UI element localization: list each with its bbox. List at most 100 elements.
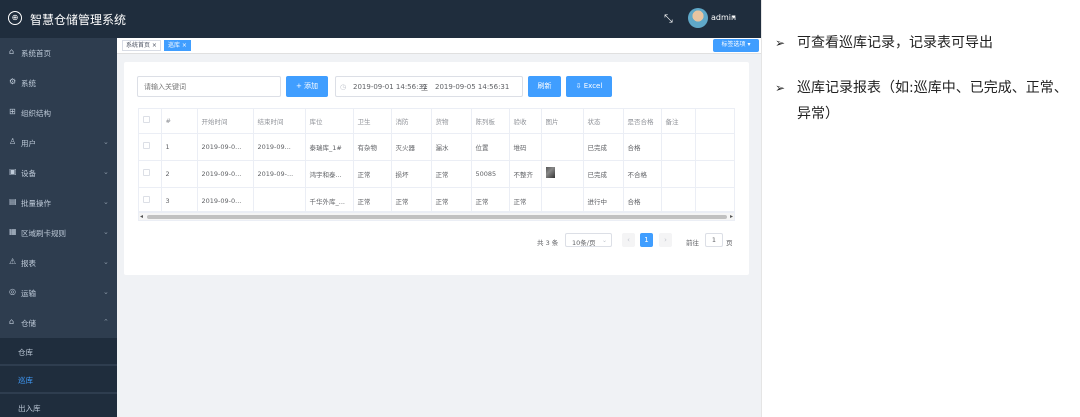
column-header: 库位 — [305, 109, 354, 134]
column-header: 备注 — [661, 109, 696, 134]
avatar[interactable] — [688, 8, 708, 28]
notes-panel: ➢ 可查看巡库记录，记录表可导出 ➢ 巡库记录报表（如:巡库中、已完成、正常、异… — [762, 0, 1080, 417]
add-button[interactable]: + 添加 — [286, 76, 328, 97]
scroll-left-icon[interactable]: ◂ — [140, 213, 143, 220]
sidebar-item-label: 系统 — [21, 79, 36, 88]
table-cell: 正常 — [471, 187, 510, 211]
checkbox[interactable] — [143, 169, 150, 176]
column-header — [695, 109, 734, 134]
prev-page-button[interactable]: ‹ — [622, 233, 635, 247]
table-cell — [695, 160, 734, 188]
column-header: 验收 — [509, 109, 542, 134]
table-cell: 不整齐 — [509, 160, 542, 188]
table-row[interactable]: 2 2019-09-0... 2019-09-... 鸿宇和泰... 正常 损坏 正常 500… — [139, 160, 734, 188]
note-item: ➢ 巡库记录报表（如:巡库中、已完成、正常、异常） — [775, 75, 1077, 127]
table-cell: 进行中 — [583, 187, 624, 211]
table-cell: 正常 — [431, 160, 472, 188]
chevron-down-icon[interactable]: ▾ — [732, 13, 736, 21]
sidebar-subitem-label: 巡库 — [18, 376, 33, 385]
sidebar-item-label: 区域刷卡规则 — [21, 229, 66, 238]
table-cell: 灭火器 — [391, 133, 432, 161]
column-header: # — [161, 109, 198, 134]
sidebar-item-label: 报表 — [21, 259, 36, 268]
table-cell: 漏水 — [431, 133, 472, 161]
table-cell — [695, 187, 734, 211]
table-cell: 已完成 — [583, 160, 624, 188]
sidebar-item[interactable]: ▣ 设备 ⌄ — [0, 158, 117, 187]
sidebar-subitem[interactable]: 仓库 — [0, 338, 117, 364]
column-header: 结束时间 — [253, 109, 306, 134]
column-header: 开始时间 — [197, 109, 254, 134]
horizontal-scrollbar[interactable]: ◂ ▸ — [138, 212, 735, 221]
transport-icon: ◎ — [9, 287, 16, 296]
sidebar-item[interactable]: ⌂ 仓储 ⌃ — [0, 308, 117, 337]
table-cell — [695, 133, 734, 161]
page-size-select[interactable]: 10条/页 ⌄ — [565, 233, 612, 247]
table-cell: 损坏 — [391, 160, 432, 188]
clock-icon: ◷ — [340, 83, 347, 91]
app-window: ⊕ 智慧仓储管理系统 ⤡ admin ▾ ⌂ 系统首页 ⚙ 系统 ⊞ 组织结构 ♙ 用户 ⌄ ▣ 设… — [0, 0, 762, 417]
table-row[interactable]: 3 2019-09-0... 千华外库_... 正常 正常 正常 正常 正常 进行中 合格 — [139, 187, 734, 211]
warehouse-icon: ⌂ — [9, 317, 15, 326]
fullscreen-icon[interactable]: ⤡ — [664, 12, 673, 26]
pagination-total: 共 3 条 — [537, 239, 559, 247]
sidebar-subitem[interactable]: 巡库 — [0, 366, 117, 392]
sidebar-item[interactable]: ◎ 运输 ⌄ — [0, 278, 117, 307]
tab-patrol[interactable]: 巡库 × — [164, 40, 191, 51]
tab-home[interactable]: 系统首页 × — [122, 40, 161, 51]
tags-bar: 系统首页 × 巡库 × 标签选项 ▾ — [117, 38, 761, 54]
table-cell: 鸿宇和泰... — [305, 160, 354, 188]
checkbox[interactable] — [143, 116, 150, 124]
checkbox[interactable] — [143, 142, 150, 149]
scroll-right-icon[interactable]: ▸ — [730, 213, 733, 220]
sidebar-item[interactable]: ⌂ 系统首页 — [0, 38, 117, 67]
table-row[interactable]: 1 2019-09-0... 2019-09... 泰瑞库_1# 有杂物 灭火器 漏水 位置堆… — [139, 133, 734, 161]
table-cell: 泰瑞库_1# — [305, 133, 354, 161]
sidebar-item[interactable]: ⚠ 报表 ⌄ — [0, 248, 117, 277]
sidebar-item[interactable]: ▦ 区域刷卡规则 ⌄ — [0, 218, 117, 247]
refresh-button[interactable]: 刷新 — [528, 76, 561, 97]
sidebar-item[interactable]: ♙ 用户 ⌄ — [0, 128, 117, 157]
column-header: 货物 — [431, 109, 472, 134]
export-excel-button[interactable]: ⇩ Excel — [566, 76, 612, 97]
goto-page-input[interactable]: 1 — [705, 233, 723, 247]
sidebar-item[interactable]: ⊞ 组织结构 — [0, 98, 117, 127]
patrol-table: # 开始时间 结束时间 库位 卫生 消防 货物 陈列板 验收 图片 状态 是否合格 备注 1 2019-0… — [138, 108, 735, 212]
search-input[interactable] — [137, 76, 281, 97]
sidebar-subitem[interactable]: 出入库 — [0, 394, 117, 417]
tag-options-button[interactable]: 标签选项 ▾ — [713, 39, 759, 52]
date-range-picker[interactable]: ◷ 2019-09-01 14:56:31 至 2019-09-05 14:56… — [335, 76, 523, 97]
note-text: 可查看巡库记录，记录表可导出 — [797, 35, 993, 51]
sidebar-item[interactable]: ▤ 批量操作 ⌄ — [0, 188, 117, 217]
table-cell — [661, 187, 696, 211]
content-card: + 添加 ◷ 2019-09-01 14:56:31 至 2019-09-05 … — [124, 62, 749, 275]
arrow-bullet-icon: ➢ — [775, 36, 786, 50]
date-separator: 至 — [421, 84, 428, 92]
table-cell — [139, 187, 162, 211]
table-cell — [139, 133, 162, 161]
table-cell — [661, 133, 696, 161]
org-icon: ⊞ — [9, 107, 16, 116]
chevron-icon: ⌄ — [103, 138, 109, 146]
chevron-icon: ⌄ — [103, 258, 109, 266]
chevron-down-icon: ⌄ — [601, 237, 607, 244]
date-start[interactable]: 2019-09-01 14:56:31 — [353, 83, 427, 91]
chevron-icon: ⌄ — [103, 228, 109, 236]
next-page-button[interactable]: › — [659, 233, 672, 247]
sidebar-item[interactable]: ⚙ 系统 — [0, 68, 117, 97]
table-cell: 堆码 — [509, 133, 542, 161]
sidebar-item-label: 运输 — [21, 289, 36, 298]
column-header: 消防 — [391, 109, 432, 134]
table-cell — [253, 187, 306, 211]
table-cell: 正常 — [353, 187, 392, 211]
table-cell: 合格 — [623, 133, 662, 161]
checkbox[interactable] — [143, 196, 150, 203]
photo-thumbnail[interactable] — [545, 167, 555, 178]
page-number-current[interactable]: 1 — [640, 233, 653, 247]
table-cell: 正常 — [431, 187, 472, 211]
scrollbar-thumb[interactable] — [147, 215, 727, 219]
table-cell: 2019-09-... — [253, 160, 306, 188]
table-cell: 正常 — [353, 160, 392, 188]
sidebar-item-label: 设备 — [21, 169, 36, 178]
date-end[interactable]: 2019-09-05 14:56:31 — [435, 83, 509, 91]
